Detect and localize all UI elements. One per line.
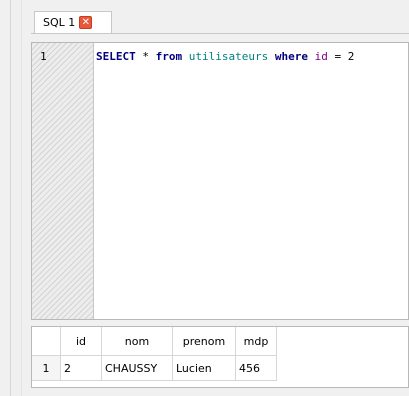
tab-label: SQL 1 (43, 16, 76, 29)
column-header-id[interactable]: id (60, 327, 102, 356)
results-table: id nom prenom mdp 1 2 CHAUSSY Lucien 456 (32, 327, 277, 381)
cell-prenom[interactable]: Lucien (172, 355, 236, 381)
cell-mdp[interactable]: 456 (235, 355, 277, 381)
sql-number: 2 (347, 50, 355, 63)
sql-operator: * (135, 50, 156, 63)
code-line[interactable]: SELECT * from utilisateurs where id = 2 (96, 50, 354, 63)
sql-space (182, 50, 189, 63)
row-number[interactable]: 1 (32, 355, 61, 381)
column-header-prenom[interactable]: prenom (172, 327, 236, 356)
left-panel-edge (0, 0, 11, 396)
sql-keyword: where (274, 50, 308, 63)
tab-sql-1[interactable]: SQL 1 ✕ (34, 11, 112, 33)
results-grid[interactable]: id nom prenom mdp 1 2 CHAUSSY Lucien 456 (31, 326, 409, 388)
line-number-gutter: 1 (32, 43, 94, 319)
sql-editor[interactable]: 1 SELECT * from utilisateurs where id = … (31, 42, 409, 320)
column-header-mdp[interactable]: mdp (235, 327, 277, 356)
cell-nom[interactable]: CHAUSSY (101, 355, 173, 381)
panel-divider (21, 0, 22, 396)
column-header-nom[interactable]: nom (101, 327, 173, 356)
header-row: id nom prenom mdp (32, 327, 277, 356)
editor-tab-strip: SQL 1 ✕ (31, 0, 409, 34)
sql-keyword: from (155, 50, 183, 63)
sql-table-name: utilisateurs (188, 50, 269, 63)
grid-corner[interactable] (32, 327, 61, 356)
sql-space (268, 50, 275, 63)
table-row[interactable]: 1 2 CHAUSSY Lucien 456 (32, 355, 277, 381)
cell-id[interactable]: 2 (60, 355, 102, 381)
sql-space (308, 50, 315, 63)
close-icon[interactable]: ✕ (79, 16, 93, 29)
sql-keyword: SELECT (96, 50, 136, 63)
sql-operator: = (327, 50, 348, 63)
sql-column-name: id (314, 50, 328, 63)
line-number: 1 (40, 50, 47, 63)
